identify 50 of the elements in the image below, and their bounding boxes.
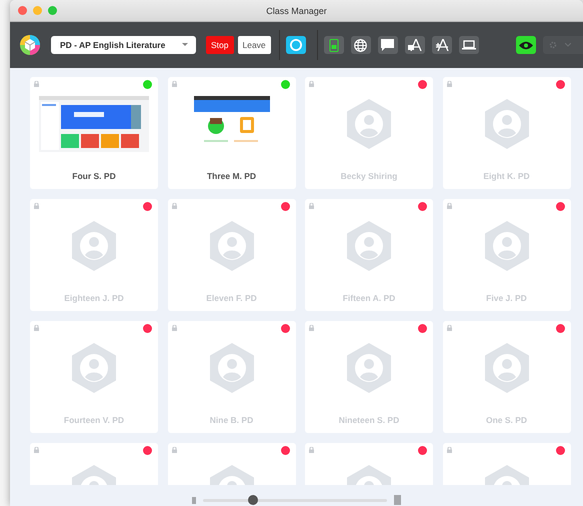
lock-icon	[309, 81, 314, 87]
lock-icon	[172, 325, 176, 331]
avatar-placeholder-icon	[484, 221, 528, 271]
class-dropdown[interactable]: PD - AP English Literature	[51, 36, 196, 54]
avatar-placeholder-icon	[210, 221, 254, 271]
student-name: Four S. PD	[72, 171, 116, 181]
lock-icon	[446, 447, 452, 453]
lock-icon	[309, 325, 314, 331]
slider-thumb[interactable]	[248, 494, 258, 504]
lock-device-button[interactable]	[324, 36, 344, 54]
student-card[interactable]: Three M. PD	[168, 77, 296, 189]
small-size-icon	[192, 496, 196, 504]
chat-icon[interactable]	[378, 36, 398, 54]
app-logo-icon	[20, 35, 40, 55]
lock-icon	[446, 203, 452, 209]
lock-icon	[34, 325, 39, 331]
avatar-placeholder-icon	[72, 343, 116, 393]
globe-icon[interactable]	[350, 36, 371, 54]
lock-icon	[172, 447, 176, 453]
avatar-placeholder-icon	[347, 221, 391, 271]
stop-button[interactable]: Stop	[206, 36, 234, 54]
lock-icon	[172, 81, 176, 87]
lock-icon	[309, 447, 314, 453]
laptop-icon[interactable]	[458, 36, 479, 54]
avatar-placeholder-icon	[347, 343, 391, 393]
eye-icon	[519, 40, 533, 50]
leave-button[interactable]: Leave	[238, 36, 271, 54]
gear-icon	[549, 41, 557, 49]
avatar-placeholder-icon	[347, 99, 391, 149]
avatar-placeholder-icon	[72, 221, 116, 271]
focus-button[interactable]	[286, 36, 306, 54]
lock-icon	[34, 203, 39, 209]
lock-app-icon[interactable]	[404, 36, 425, 54]
large-size-icon	[394, 495, 401, 505]
student-name: Three M. PD	[206, 171, 256, 181]
lock-icon	[34, 447, 39, 453]
window-title: Class Manager	[266, 6, 327, 16]
lock-icon	[172, 203, 176, 209]
student-card[interactable]: Four S. PD	[30, 77, 158, 189]
lock-icon	[309, 203, 314, 209]
lock-icon	[446, 81, 452, 87]
phone-lock-icon	[328, 38, 339, 52]
lock-icon	[446, 325, 452, 331]
lock-icon	[34, 81, 39, 87]
eye-button[interactable]	[516, 36, 536, 54]
app-store-icon[interactable]	[432, 36, 452, 54]
avatar-placeholder-icon	[210, 343, 254, 393]
avatar-placeholder-icon	[484, 99, 528, 149]
caret-icon	[182, 43, 188, 47]
avatar-placeholder-icon	[484, 343, 528, 393]
